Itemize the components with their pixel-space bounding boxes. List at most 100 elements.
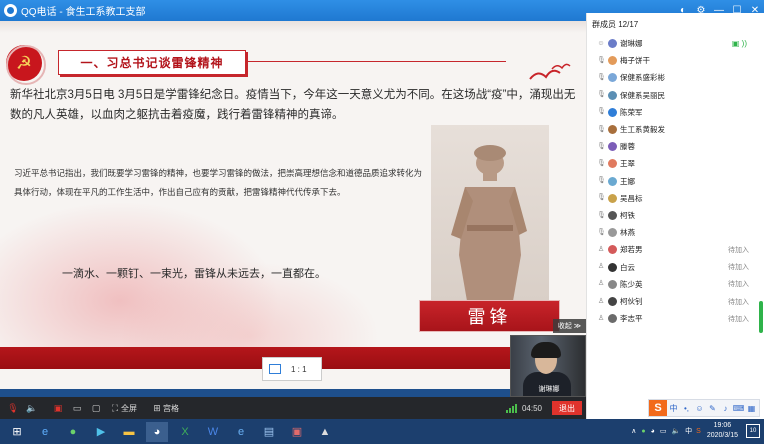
- slide-motto-text: 一滴水、一颗钉、一束光，雷锋从未远去，一直都在。: [62, 268, 326, 280]
- slide-heading: 一、习总书记谈雷锋精神: [58, 50, 246, 75]
- member-row[interactable]: 🎙 柯铁: [587, 207, 764, 224]
- avatar: [608, 73, 617, 83]
- member-name: 生工系黄毅发: [620, 125, 665, 134]
- member-name: 谢琳娜: [620, 39, 643, 48]
- network-icon[interactable]: ▭: [660, 427, 667, 435]
- member-row[interactable]: 🎙 陈荣军: [587, 104, 764, 121]
- zoom-ratio-label: 1 : 1: [291, 364, 307, 374]
- view-button[interactable]: ▢: [90, 402, 102, 414]
- toolbox-icon[interactable]: ▦: [745, 404, 758, 413]
- wechat-tray-icon[interactable]: ●: [641, 428, 645, 435]
- speaker-button[interactable]: 🔈: [26, 402, 38, 414]
- notification-center-button[interactable]: 10: [746, 424, 760, 438]
- aspect-icon: [269, 364, 281, 374]
- ime-language[interactable]: 中: [667, 403, 680, 414]
- volume-icon[interactable]: 🔈: [671, 427, 680, 435]
- keyboard-icon[interactable]: ⌨: [732, 404, 745, 413]
- member-name: 吴昌标: [620, 193, 643, 203]
- avatar: [608, 107, 617, 117]
- member-row[interactable]: 🎙 保健系盛彩彬: [587, 69, 764, 86]
- member-row[interactable]: 🎙 王娜: [587, 173, 764, 190]
- file-explorer-icon[interactable]: ▬: [118, 422, 140, 442]
- sogou-tray-icon[interactable]: S: [696, 428, 701, 435]
- speaking-icon: ▣ )): [731, 39, 747, 48]
- member-count-header: 群成员 12/17: [592, 19, 639, 29]
- 360-browser-icon[interactable]: ●: [62, 422, 84, 442]
- shared-slide: ☭ 一、习总书记谈雷锋精神 新华社北京3月5日电 3月5日是学雷锋纪念日。疫情当…: [0, 21, 586, 389]
- member-row[interactable]: ♙ 陈少英 待加入: [587, 276, 764, 293]
- windows-taskbar: ⊞ e ● ▶ ▬ ◕ X W e ▤ ▣ ▲ ∧ ● ◕ ▭ 🔈 中 S 19…: [0, 419, 764, 444]
- member-row[interactable]: 🎙 林燕: [587, 224, 764, 241]
- member-status: 待加入: [728, 298, 749, 306]
- ime-tray-icon[interactable]: 中: [685, 426, 692, 436]
- notes-icon[interactable]: ▤: [258, 422, 280, 442]
- member-row[interactable]: 🎙 保健系吴丽民: [587, 87, 764, 104]
- skin-icon[interactable]: ✎: [706, 404, 719, 413]
- qq-taskbar-icon[interactable]: ◕: [146, 421, 168, 442]
- member-row[interactable]: ♙ 郑若男 待加入: [587, 241, 764, 258]
- photos-icon[interactable]: ▲: [314, 422, 336, 442]
- member-name: 王翠: [620, 159, 635, 169]
- ie-icon[interactable]: e: [230, 422, 252, 442]
- member-row[interactable]: ♙ 柯伙钊 待加入: [587, 293, 764, 310]
- member-row[interactable]: ♙ 白云 待加入: [587, 259, 764, 276]
- zoom-ratio-button[interactable]: 1 : 1: [262, 357, 322, 381]
- camera-button[interactable]: ▣: [52, 402, 64, 414]
- signal-icon: [505, 403, 518, 413]
- share-screen-button[interactable]: ▭: [71, 402, 83, 414]
- punctuation-icon[interactable]: •,: [680, 404, 693, 413]
- avatar: [608, 176, 617, 186]
- self-camera-view[interactable]: 谢琳娜: [510, 335, 586, 397]
- mic-status-icon: 🎙: [597, 211, 606, 219]
- avatar: [608, 245, 617, 255]
- slide-quote-text: 习近平总书记指出，我们既要学习雷锋的精神，也要学习雷锋的做法，把崇高理想信念和道…: [14, 168, 423, 197]
- excel-icon[interactable]: X: [174, 422, 196, 442]
- word-icon[interactable]: W: [202, 422, 224, 442]
- pending-user-icon: ♙: [597, 314, 605, 322]
- edge-icon[interactable]: e: [34, 422, 56, 442]
- member-row[interactable]: 🎙 梅子饼干: [587, 52, 764, 69]
- avatar: [608, 90, 617, 100]
- member-name: 林燕: [620, 228, 635, 238]
- member-row[interactable]: 🎙 滕蓉: [587, 138, 764, 155]
- call-toolbar: 🎙 🔈 ▣ ▭ ▢ ⛶ 全屏 ⊞ 宫格 04:50 退出: [0, 397, 586, 419]
- mic-status-icon: 🎙: [597, 194, 606, 202]
- member-status: 待加入: [728, 246, 749, 254]
- member-list-scrollbar[interactable]: [759, 301, 763, 333]
- member-row[interactable]: ☺ 谢琳娜 ▣ )): [587, 35, 764, 52]
- member-name: 柯伙钊: [620, 297, 643, 306]
- collapse-button[interactable]: 收起 ≫: [553, 319, 586, 333]
- emoji-icon[interactable]: ☺: [693, 404, 706, 413]
- divider: [246, 61, 506, 62]
- mic-status-icon: 🎙: [597, 125, 606, 133]
- member-row[interactable]: 🎙 生工系黄毅发: [587, 121, 764, 138]
- video-icon[interactable]: ▣: [286, 422, 308, 442]
- qq-tray-icon[interactable]: ◕: [651, 428, 655, 435]
- mic-button[interactable]: 🎙: [7, 402, 19, 414]
- clock[interactable]: 19:06 2020/3/15: [707, 421, 738, 441]
- ime-toolbar[interactable]: S 中 •, ☺ ✎ ♪ ⌨ ▦: [648, 399, 760, 417]
- mic-status-icon: 🎙: [597, 73, 606, 81]
- mic-status-icon: 🎙: [597, 56, 606, 64]
- pending-user-icon: ♙: [597, 263, 605, 271]
- member-row[interactable]: 🎙 王翠: [587, 155, 764, 172]
- avatar: [608, 125, 617, 134]
- member-row[interactable]: 🎙 吴昌标: [587, 190, 764, 207]
- mic-status-icon: ☺: [597, 39, 605, 47]
- avatar: [608, 142, 617, 152]
- tray-chevron-icon[interactable]: ∧: [631, 427, 636, 435]
- start-button[interactable]: ⊞: [6, 422, 28, 442]
- avatar: [608, 39, 617, 48]
- avatar: [608, 211, 617, 220]
- voice-icon[interactable]: ♪: [719, 404, 732, 413]
- grid-button[interactable]: ⊞ 宫格: [151, 402, 179, 414]
- media-player-icon[interactable]: ▶: [90, 422, 112, 442]
- member-name: 陈少英: [620, 279, 643, 289]
- slide-lead-text: 新华社北京3月5日电 3月5日是学雷锋纪念日。疫情当下，今年这一天意义尤为不同。…: [10, 89, 576, 121]
- exit-call-button[interactable]: 退出: [552, 401, 582, 415]
- fullscreen-icon: ⛶: [111, 402, 119, 413]
- fullscreen-button[interactable]: ⛶ 全屏: [109, 402, 137, 414]
- call-duration: 04:50: [521, 403, 542, 413]
- pending-user-icon: ♙: [597, 245, 605, 253]
- member-row[interactable]: ♙ 李志平 待加入: [587, 310, 764, 327]
